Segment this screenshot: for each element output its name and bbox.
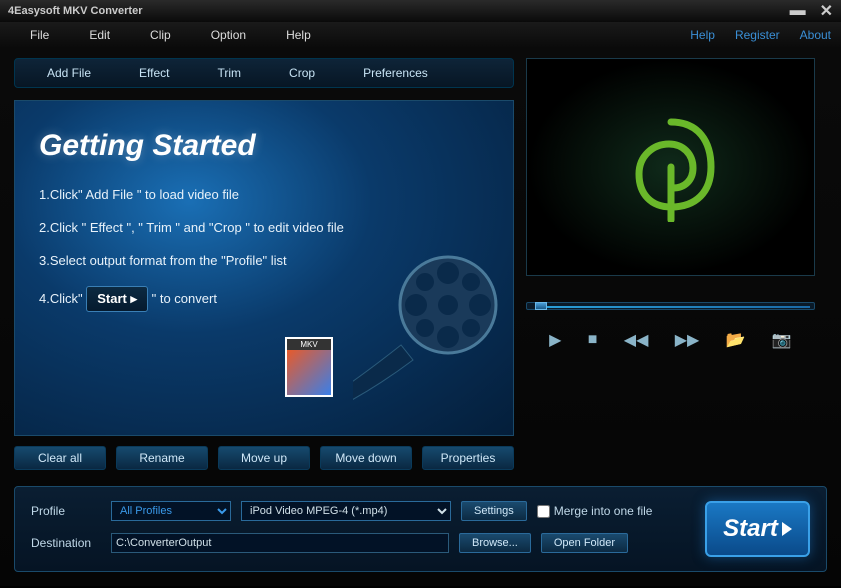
play-icon[interactable]: ▶ [549,330,561,350]
close-icon[interactable]: ✕ [820,1,833,21]
next-icon[interactable]: ▶▶ [675,330,700,350]
seek-handle[interactable] [535,302,547,310]
open-icon[interactable]: 📂 [726,330,746,350]
gs-step-2: 2.Click " Effect ", " Trim " and "Crop "… [39,220,489,235]
merge-checkbox[interactable] [537,505,550,518]
profile-label: Profile [31,504,101,518]
move-up-button[interactable]: Move up [218,446,310,470]
toolbar-preferences[interactable]: Preferences [339,66,452,80]
app-title: 4Easysoft MKV Converter [8,5,143,17]
player-controls: ▶ ■ ◀◀ ▶▶ 📂 📷 [526,330,815,350]
rename-button[interactable]: Rename [116,446,208,470]
toolbar-trim[interactable]: Trim [194,66,266,80]
menu-help[interactable]: Help [266,24,331,46]
snapshot-icon[interactable]: 📷 [772,330,792,350]
minimize-icon[interactable]: ▬ [790,2,806,20]
menu-file[interactable]: File [10,24,69,46]
stop-icon[interactable]: ■ [588,331,598,349]
clear-all-button[interactable]: Clear all [14,446,106,470]
profile-format-select[interactable]: iPod Video MPEG-4 (*.mp4) [241,501,451,521]
menu-option[interactable]: Option [191,24,266,46]
preview-area [526,58,815,276]
brand-logo-icon [621,112,721,222]
merge-checkbox-label[interactable]: Merge into one file [537,504,653,518]
gs-start-example-button: Start ▸ [86,286,148,312]
toolbar-effect[interactable]: Effect [115,66,193,80]
browse-button[interactable]: Browse... [459,533,531,553]
output-settings-box: Profile All Profiles iPod Video MPEG-4 (… [14,486,827,572]
menu-clip[interactable]: Clip [130,24,191,46]
list-action-row: Clear all Rename Move up Move down Prope… [14,446,514,470]
open-folder-button[interactable]: Open Folder [541,533,628,553]
titlebar: 4Easysoft MKV Converter ▬ ✕ [0,0,841,22]
gs-step-1: 1.Click" Add File " to load video file [39,187,489,202]
toolbar-crop[interactable]: Crop [265,66,339,80]
destination-label: Destination [31,536,101,550]
settings-button[interactable]: Settings [461,501,527,521]
seek-slider[interactable] [526,302,815,310]
getting-started-title: Getting Started [39,129,489,163]
start-button[interactable]: Start [705,501,810,557]
menubar: File Edit Clip Option Help Help Register… [0,22,841,48]
toolbar: Add File Effect Trim Crop Preferences [14,58,514,88]
toolbar-addfile[interactable]: Add File [23,66,115,80]
play-triangle-icon [782,522,792,536]
properties-button[interactable]: Properties [422,446,514,470]
link-help[interactable]: Help [690,28,715,42]
destination-input[interactable] [111,533,449,553]
mkv-file-icon: MKV [285,337,333,397]
link-register[interactable]: Register [735,28,780,42]
prev-icon[interactable]: ◀◀ [624,330,649,350]
film-reel-icon [353,235,503,415]
move-down-button[interactable]: Move down [320,446,412,470]
file-list-area: Getting Started 1.Click" Add File " to l… [14,100,514,436]
link-about[interactable]: About [800,28,831,42]
menu-edit[interactable]: Edit [69,24,130,46]
profile-category-select[interactable]: All Profiles [111,501,231,521]
